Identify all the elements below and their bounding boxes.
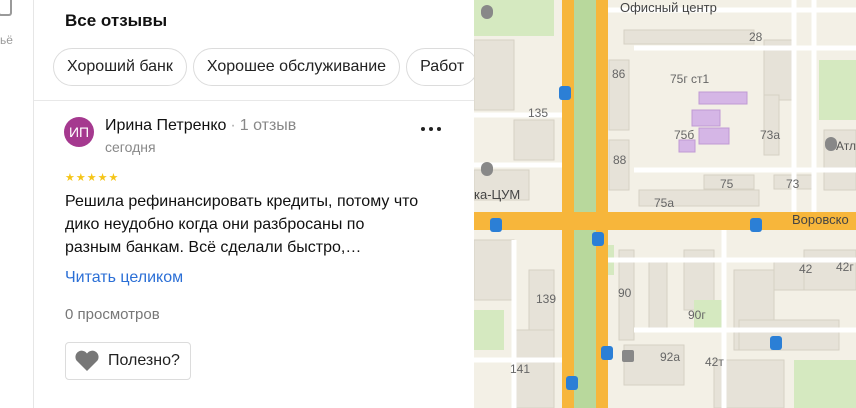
more-dot-icon — [437, 127, 441, 131]
review-text-line: дико неудобно когда они разбросаны по — [65, 216, 365, 233]
star-icon: ★ — [108, 172, 119, 184]
star-icon: ★ — [86, 172, 97, 184]
review-text-line: разным банкам. Всё сделали быстро,… — [65, 239, 362, 256]
heart-icon — [75, 350, 99, 371]
author-separator: · — [230, 117, 236, 134]
map-label-house: 75 — [720, 177, 734, 191]
chip-good-service[interactable]: Хорошее обслуживание — [192, 48, 401, 86]
map-label-house: 42т — [705, 355, 724, 369]
views-count: 0 просмотров — [65, 306, 160, 323]
avatar[interactable]: ИП — [64, 117, 94, 147]
useful-label: Полезно? — [108, 352, 180, 369]
review-text: Решила рефинансировать кредиты, потому ч… — [65, 190, 455, 259]
reviews-panel: Все отзывы Хороший банк Хорошее обслужив… — [34, 0, 474, 408]
map-label-office-center: Офисный центр — [620, 0, 717, 15]
rating-stars: ★ ★ ★ ★ ★ — [65, 172, 118, 184]
map-label-tsum: ка-ЦУМ — [474, 187, 521, 202]
review-date: сегодня — [105, 139, 156, 155]
read-more-link[interactable]: Читать целиком — [65, 269, 183, 287]
more-dot-icon — [421, 127, 425, 131]
left-sidebar-strip: ьё — [0, 0, 34, 408]
more-options-button[interactable] — [419, 121, 443, 137]
map-label-house: 73а — [760, 128, 781, 142]
map-label-house: 75б — [674, 128, 695, 142]
map-label-house: 42 — [799, 262, 813, 276]
review-filter-chips: Хороший банк Хорошее обслуживание Работ — [53, 48, 474, 86]
map-label-house: 73 — [786, 177, 800, 191]
map-label-house: 141 — [510, 362, 531, 376]
map-label-vorovskogo-street: Воровско — [792, 212, 849, 227]
map-label-house: 28 — [749, 30, 763, 44]
chip-good-bank[interactable]: Хороший банк — [53, 48, 187, 86]
divider — [34, 100, 474, 101]
map-label-house: 75а — [654, 196, 675, 210]
author-review-count: 1 отзыв — [239, 117, 297, 134]
map-label-house: 139 — [536, 292, 557, 306]
map-label-house: 88 — [613, 153, 627, 167]
star-icon: ★ — [65, 172, 75, 184]
sidebar-label: ьё — [0, 33, 13, 47]
app-screen: ьё Все отзывы Хороший банк Хорошее обслу… — [0, 0, 856, 408]
map-label-house: 90г — [688, 308, 706, 322]
map-label-house: 90 — [618, 286, 632, 300]
useful-button[interactable]: Полезно? — [65, 342, 191, 380]
map-label-house: 42г — [836, 260, 854, 274]
review-text-line: Решила рефинансировать кредиты, потому ч… — [65, 193, 419, 210]
star-icon: ★ — [97, 172, 108, 184]
map-label-house: 86 — [612, 67, 626, 81]
map-label-house: 92а — [660, 350, 681, 364]
more-dot-icon — [429, 127, 433, 131]
map-label-house: 75г ст1 — [670, 72, 710, 86]
chip-work[interactable]: Работ — [406, 48, 474, 86]
star-icon: ★ — [75, 172, 86, 184]
author-name[interactable]: Ирина Петренко — [105, 117, 226, 134]
map-label-atl: Атл — [836, 139, 856, 153]
bookmark-icon[interactable] — [0, 0, 12, 16]
page-title: Все отзывы — [65, 11, 168, 30]
map-view[interactable]: Офисный центр Воровско ка-ЦУМ Атл 28 86 … — [474, 0, 856, 408]
map-label-house: 135 — [528, 106, 549, 120]
author-line: Ирина Петренко · 1 отзыв — [105, 117, 296, 135]
